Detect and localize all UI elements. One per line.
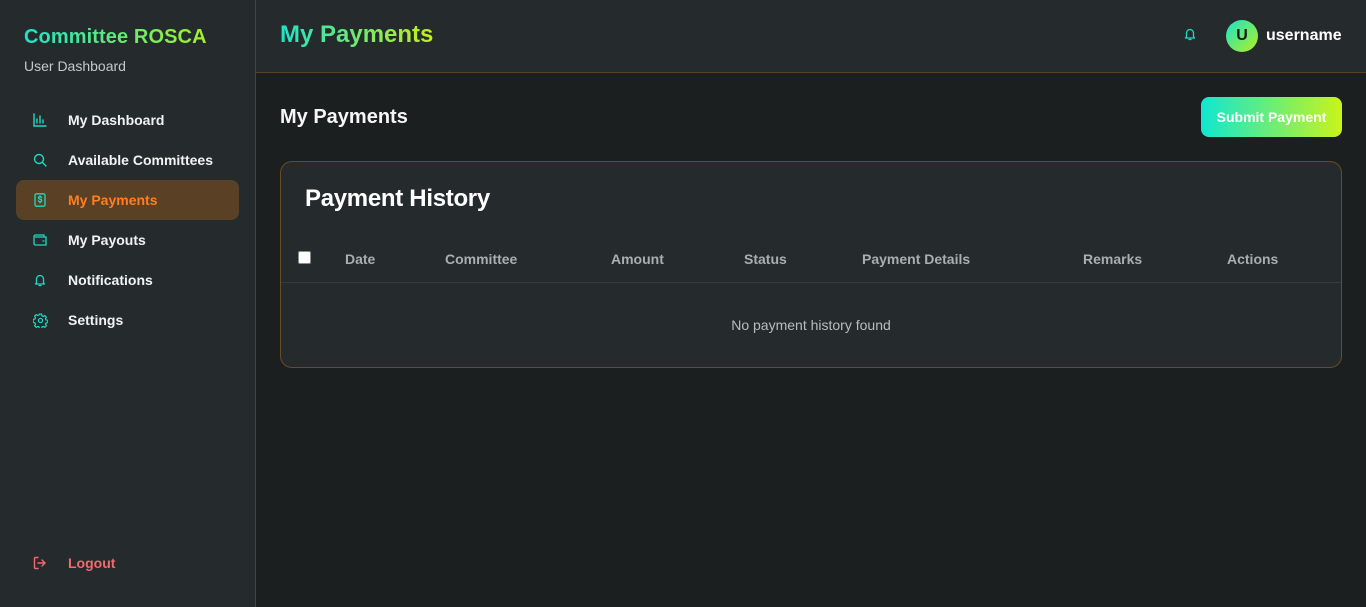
avatar: U (1226, 20, 1258, 52)
column-header-remarks[interactable]: Remarks (1083, 251, 1142, 267)
notifications-button[interactable] (1180, 26, 1200, 46)
payment-history-card: Payment History Date Committee Amount St… (280, 161, 1342, 368)
sidebar-item-label: Available Committees (68, 152, 213, 168)
bell-icon (32, 272, 48, 288)
column-header-amount[interactable]: Amount (611, 251, 664, 267)
dollar-receipt-icon (32, 192, 48, 208)
sidebar-item-label: My Payouts (68, 232, 146, 248)
sidebar-item-label: Settings (68, 312, 124, 328)
card-title: Payment History (305, 185, 490, 212)
column-header-actions: Actions (1227, 251, 1279, 267)
sidebar-item-label: Notifications (68, 272, 153, 288)
bar-chart-icon (32, 112, 48, 128)
table-header: Date Committee Amount Status Payment Det… (281, 240, 1341, 283)
submit-payment-button[interactable]: Submit Payment (1201, 97, 1342, 137)
brand-title: Committee ROSCA (24, 26, 207, 48)
select-all-checkbox[interactable] (298, 251, 311, 264)
logout-label: Logout (68, 555, 116, 571)
empty-state-message: No payment history found (731, 317, 891, 333)
brand: Committee ROSCA User Dashboard (24, 26, 207, 74)
logout-button[interactable]: Logout (16, 543, 239, 583)
sidebar-item-my-payments[interactable]: My Payments (16, 180, 239, 220)
username: username (1266, 27, 1342, 44)
column-header-committee[interactable]: Committee (445, 251, 517, 267)
sidebar-item-label: My Payments (68, 192, 158, 208)
search-icon (32, 152, 48, 168)
column-header-status[interactable]: Status (744, 251, 787, 267)
column-header-payment-details[interactable]: Payment Details (862, 251, 970, 267)
top-bar: My Payments U username (256, 0, 1366, 73)
sidebar-item-my-payouts[interactable]: My Payouts (16, 220, 239, 260)
sidebar-item-label: My Dashboard (68, 112, 165, 128)
bell-icon (1183, 27, 1197, 46)
sidebar-item-dashboard[interactable]: My Dashboard (16, 100, 239, 140)
page-title: My Payments (280, 21, 434, 48)
sidebar-nav: My Dashboard Available Committees My Pay… (16, 100, 239, 340)
sidebar-item-available-committees[interactable]: Available Committees (16, 140, 239, 180)
column-header-date[interactable]: Date (345, 251, 375, 267)
sidebar: Committee ROSCA User Dashboard My Dashbo… (0, 0, 256, 607)
logout-icon (32, 555, 48, 571)
wallet-icon (32, 232, 48, 248)
sidebar-item-settings[interactable]: Settings (16, 300, 239, 340)
gear-icon (32, 312, 48, 328)
brand-subtitle: User Dashboard (24, 58, 126, 74)
page-heading: My Payments (280, 106, 408, 128)
user-menu[interactable]: U username (1226, 20, 1342, 52)
sidebar-item-notifications[interactable]: Notifications (16, 260, 239, 300)
